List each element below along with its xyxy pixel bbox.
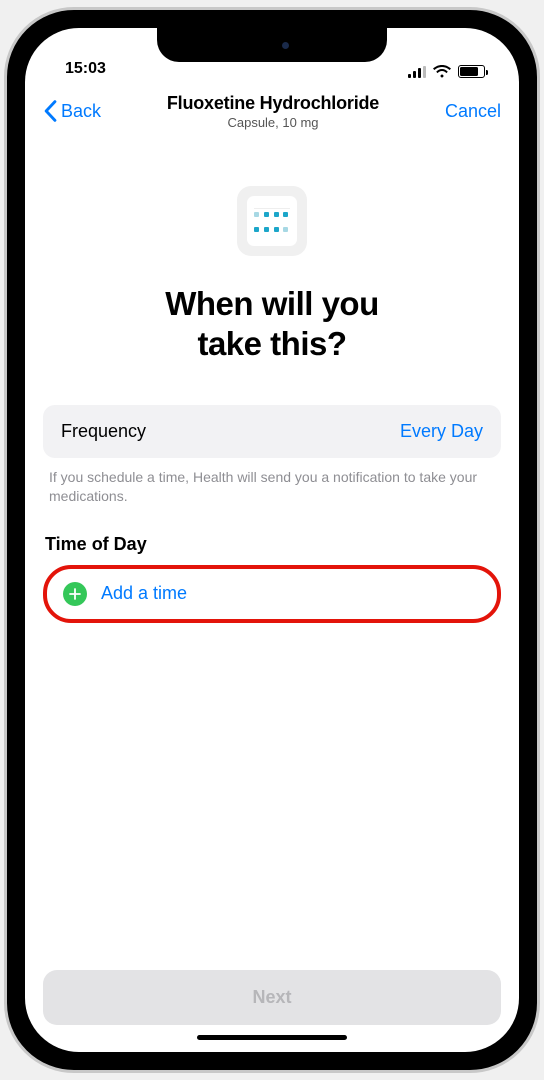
back-label: Back bbox=[61, 101, 101, 122]
nav-title-main: Fluoxetine Hydrochloride bbox=[109, 93, 437, 114]
frequency-value: Every Day bbox=[400, 421, 483, 442]
frequency-label: Frequency bbox=[61, 421, 146, 442]
help-text: If you schedule a time, Health will send… bbox=[43, 458, 501, 506]
back-button[interactable]: Back bbox=[43, 100, 101, 122]
phone-frame: 15:03 Back Fluoxetine Hydrochloride Caps… bbox=[4, 7, 540, 1073]
nav-bar: Back Fluoxetine Hydrochloride Capsule, 1… bbox=[25, 84, 519, 138]
cancel-button[interactable]: Cancel bbox=[445, 101, 501, 122]
frequency-row[interactable]: Frequency Every Day bbox=[43, 405, 501, 458]
content: When will you take this? Frequency Every… bbox=[25, 138, 519, 970]
page-headline: When will you take this? bbox=[43, 284, 501, 363]
time-of-day-label: Time of Day bbox=[43, 534, 501, 555]
next-button[interactable]: Next bbox=[43, 970, 501, 1025]
calendar-icon-container bbox=[43, 186, 501, 256]
add-time-button[interactable]: Add a time bbox=[43, 565, 501, 623]
headline-line2: take this? bbox=[197, 325, 346, 362]
battery-icon bbox=[458, 65, 485, 78]
status-time: 15:03 bbox=[65, 60, 106, 78]
plus-icon bbox=[63, 582, 87, 606]
wifi-icon bbox=[433, 65, 451, 78]
calendar-icon bbox=[237, 186, 307, 256]
cellular-icon bbox=[408, 66, 426, 78]
nav-title-sub: Capsule, 10 mg bbox=[109, 115, 437, 130]
screen: 15:03 Back Fluoxetine Hydrochloride Caps… bbox=[25, 28, 519, 1052]
chevron-left-icon bbox=[43, 100, 57, 122]
status-icons bbox=[408, 65, 485, 78]
add-time-label: Add a time bbox=[101, 583, 187, 604]
headline-line1: When will you bbox=[165, 285, 379, 322]
notch bbox=[157, 28, 387, 62]
home-indicator[interactable] bbox=[197, 1035, 347, 1040]
nav-title: Fluoxetine Hydrochloride Capsule, 10 mg bbox=[109, 93, 437, 130]
